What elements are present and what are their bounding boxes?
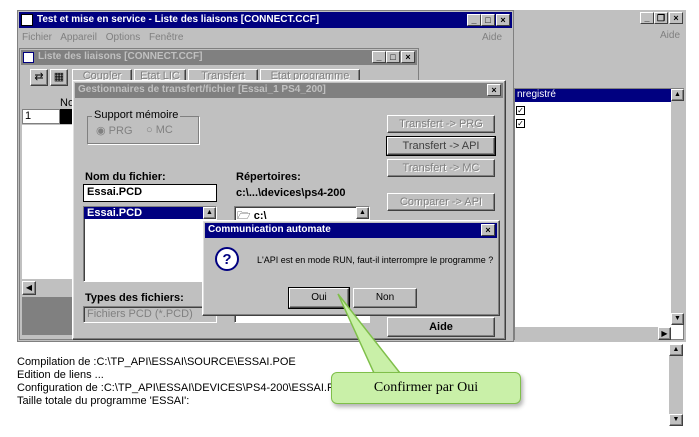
menu-fenetre[interactable]: Fenêtre bbox=[149, 32, 183, 43]
types-value: Fichiers PCD (*.PCD) bbox=[87, 308, 193, 320]
callout-box: Confirmer par Oui bbox=[331, 372, 521, 404]
scroll-left-icon[interactable]: ◀ bbox=[22, 281, 36, 295]
minimize-icon[interactable]: _ bbox=[640, 12, 654, 24]
grid-body bbox=[22, 125, 74, 279]
menu-options[interactable]: Options bbox=[106, 32, 140, 43]
support-label: Support mémoire bbox=[92, 109, 181, 121]
file-list[interactable]: Essai.PCD ▲ bbox=[83, 206, 217, 282]
list-icon bbox=[23, 52, 34, 63]
close-icon[interactable]: × bbox=[487, 84, 501, 96]
alert-message: L'API est en mode RUN, faut-il interromp… bbox=[257, 255, 494, 265]
right-window-controls: _ ❐ × bbox=[640, 12, 686, 26]
minimize-icon[interactable]: _ bbox=[467, 14, 481, 26]
scroll-up-icon[interactable]: ▲ bbox=[356, 207, 369, 219]
scroll-down-icon[interactable]: ▼ bbox=[669, 414, 683, 426]
log-line: Compilation de :C:\TP_API\ESSAI\SOURCE\E… bbox=[17, 356, 296, 368]
main-menubar: Fichier Appareil Options Fenêtre Aide bbox=[22, 32, 510, 46]
menu-aide[interactable]: Aide bbox=[482, 32, 502, 43]
tool-icon-1[interactable]: ⇄ bbox=[30, 69, 48, 86]
links-titlebar[interactable]: Liste des liaisons [CONNECT.CCF] _ □ × bbox=[21, 50, 417, 65]
radio-mc[interactable]: ○ MC bbox=[146, 124, 173, 136]
menu-appareil[interactable]: Appareil bbox=[60, 32, 97, 43]
alert-titlebar[interactable]: Communication automate × bbox=[205, 223, 497, 238]
support-group: Support mémoire ◉ PRG ○ MC bbox=[87, 109, 199, 144]
scroll-up-icon[interactable]: ▲ bbox=[671, 89, 684, 101]
right-hscroll[interactable]: ▶ bbox=[515, 327, 671, 340]
minimize-icon[interactable]: _ bbox=[372, 51, 386, 63]
log-lines: Compilation de :C:\TP_API\ESSAI\SOURCE\E… bbox=[17, 356, 347, 408]
main-title: Test et mise en service - Liste des liai… bbox=[37, 14, 320, 25]
transfer-title: Gestionnaires de transfert/fichier [Essa… bbox=[78, 84, 326, 95]
grid-row-1[interactable]: 1 bbox=[22, 109, 60, 124]
dirs-label: Répertoires: bbox=[236, 171, 301, 183]
links-gray-area bbox=[22, 297, 74, 335]
right-help[interactable]: Aide bbox=[660, 30, 680, 41]
transfer-prg-button[interactable]: Transfert -> PRG bbox=[387, 115, 495, 133]
callout-text: Confirmer par Oui bbox=[373, 380, 479, 395]
close-icon[interactable]: × bbox=[401, 51, 415, 63]
alert-title: Communication automate bbox=[208, 224, 331, 235]
links-hscroll[interactable]: ◀ bbox=[22, 281, 74, 295]
compare-api-button[interactable]: Comparer -> API bbox=[387, 193, 495, 211]
checkbox-1[interactable]: ✓ bbox=[516, 106, 525, 115]
tool-icon-2[interactable]: ▦ bbox=[50, 69, 68, 86]
grid-row-1-label: 1 bbox=[25, 110, 32, 122]
maximize-icon[interactable]: □ bbox=[386, 51, 400, 63]
transfer-titlebar[interactable]: Gestionnaires de transfert/fichier [Essa… bbox=[75, 83, 503, 98]
main-titlebar[interactable]: Test et mise en service - Liste des liai… bbox=[19, 12, 512, 28]
close-icon[interactable]: × bbox=[669, 12, 683, 24]
types-select[interactable]: Fichiers PCD (*.PCD) bbox=[83, 306, 217, 323]
transfer-mc-button[interactable]: Transfert -> MC bbox=[387, 159, 495, 177]
question-icon: ? bbox=[215, 247, 239, 271]
radio-prg-icon: ◉ bbox=[96, 125, 106, 137]
menu-fichier[interactable]: Fichier bbox=[22, 32, 52, 43]
close-icon[interactable]: × bbox=[496, 14, 510, 26]
log-line: Configuration de :C:\TP_API\ESSAI\DEVICE… bbox=[17, 382, 335, 394]
file-list-item[interactable]: Essai.PCD bbox=[84, 207, 203, 219]
checkbox-2[interactable]: ✓ bbox=[516, 119, 525, 128]
radio-mc-icon: ○ bbox=[146, 124, 153, 136]
right-col-header: nregistré bbox=[515, 89, 671, 102]
right-window: _ ❐ × Aide nregistré ✓ ✓ ▲ ▼ ▶ bbox=[514, 10, 686, 342]
file-name-input[interactable]: Essai.PCD bbox=[83, 184, 217, 202]
radio-prg[interactable]: ◉ PRG bbox=[96, 124, 133, 137]
radio-prg-label: PRG bbox=[108, 125, 133, 137]
log-vscroll[interactable]: ▲ ▼ bbox=[669, 344, 683, 426]
restore-icon[interactable]: ❐ bbox=[654, 12, 668, 24]
scroll-up-icon[interactable]: ▲ bbox=[203, 207, 216, 219]
maximize-icon[interactable]: □ bbox=[481, 14, 495, 26]
log-line: Edition de liens ... bbox=[17, 369, 104, 381]
log-line: Taille totale du programme 'ESSAI': bbox=[17, 395, 190, 407]
right-vscroll[interactable]: ▲ ▼ bbox=[671, 89, 684, 325]
types-label: Types des fichiers: bbox=[85, 292, 184, 304]
links-title: Liste des liaisons [CONNECT.CCF] bbox=[38, 51, 203, 62]
right-pane: nregistré ✓ ✓ ▲ ▼ ▶ bbox=[514, 88, 684, 340]
transfer-api-button[interactable]: Transfert -> API bbox=[386, 136, 496, 156]
close-icon[interactable]: × bbox=[481, 224, 495, 236]
dirs-path: c:\...\devices\ps4-200 bbox=[236, 187, 346, 199]
file-name-value: Essai.PCD bbox=[87, 186, 143, 198]
scroll-right-icon[interactable]: ▶ bbox=[658, 327, 671, 340]
scroll-up-icon[interactable]: ▲ bbox=[669, 344, 683, 356]
scroll-down-icon[interactable]: ▼ bbox=[671, 313, 684, 325]
file-name-label: Nom du fichier: bbox=[85, 171, 166, 183]
app-icon bbox=[21, 14, 33, 26]
radio-mc-label: MC bbox=[155, 124, 173, 136]
